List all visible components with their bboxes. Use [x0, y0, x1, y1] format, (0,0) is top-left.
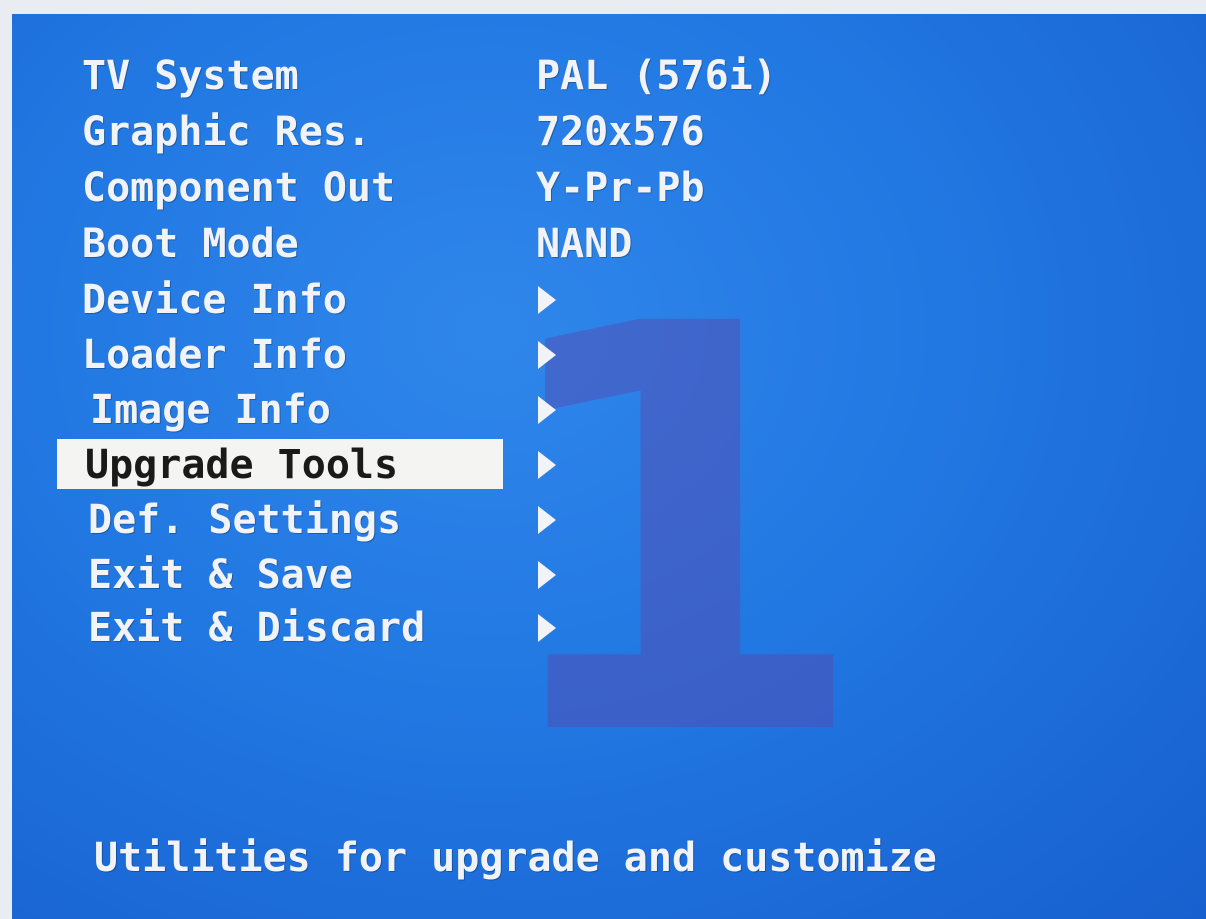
menu-item-upgrade-tools[interactable]: Upgrade Tools: [12, 439, 912, 491]
submenu-arrow-icon: [538, 561, 556, 589]
menu-item-value: Y-Pr-Pb: [536, 165, 705, 211]
menu-item-label: Exit & Save: [88, 552, 353, 598]
menu-item-exit-discard[interactable]: Exit & Discard: [12, 602, 912, 654]
submenu-arrow-icon: [538, 341, 556, 369]
menu-item-label: Upgrade Tools: [85, 442, 399, 488]
menu-item-graphic-res[interactable]: Graphic Res. 720x576: [12, 106, 912, 158]
menu-item-label: Loader Info: [82, 332, 347, 378]
menu-item-loader-info[interactable]: Loader Info: [12, 329, 912, 381]
menu-item-device-info[interactable]: Device Info: [12, 274, 912, 326]
submenu-arrow-icon: [538, 396, 556, 424]
menu-item-boot-mode[interactable]: Boot Mode NAND: [12, 218, 912, 270]
menu-item-value: 720x576: [536, 109, 705, 155]
menu-item-label: Device Info: [82, 277, 347, 323]
menu-item-exit-save[interactable]: Exit & Save: [12, 549, 912, 601]
menu-item-label: TV System: [82, 53, 299, 99]
submenu-arrow-icon: [538, 506, 556, 534]
menu-item-tv-system[interactable]: TV System PAL (576i): [12, 50, 912, 102]
menu-item-def-settings[interactable]: Def. Settings: [12, 494, 912, 546]
menu-item-value: NAND: [536, 221, 633, 267]
menu-item-label: Graphic Res.: [82, 109, 371, 155]
submenu-arrow-icon: [538, 451, 556, 479]
menu-item-value: PAL (576i): [536, 53, 777, 99]
submenu-arrow-icon: [538, 614, 556, 642]
submenu-arrow-icon: [538, 286, 556, 314]
bios-setup-screen: 1 TV System PAL (576i) Graphic Res. 720x…: [12, 14, 1206, 919]
menu-item-label: Image Info: [90, 387, 331, 433]
menu-item-label: Def. Settings: [88, 497, 402, 543]
menu-item-label: Exit & Discard: [88, 605, 426, 651]
menu-item-label: Component Out: [82, 165, 396, 211]
menu-item-image-info[interactable]: Image Info: [12, 384, 912, 436]
menu-item-component-out[interactable]: Component Out Y-Pr-Pb: [12, 162, 912, 214]
menu-item-label: Boot Mode: [82, 221, 299, 267]
help-status-text: Utilities for upgrade and customize: [94, 835, 937, 881]
